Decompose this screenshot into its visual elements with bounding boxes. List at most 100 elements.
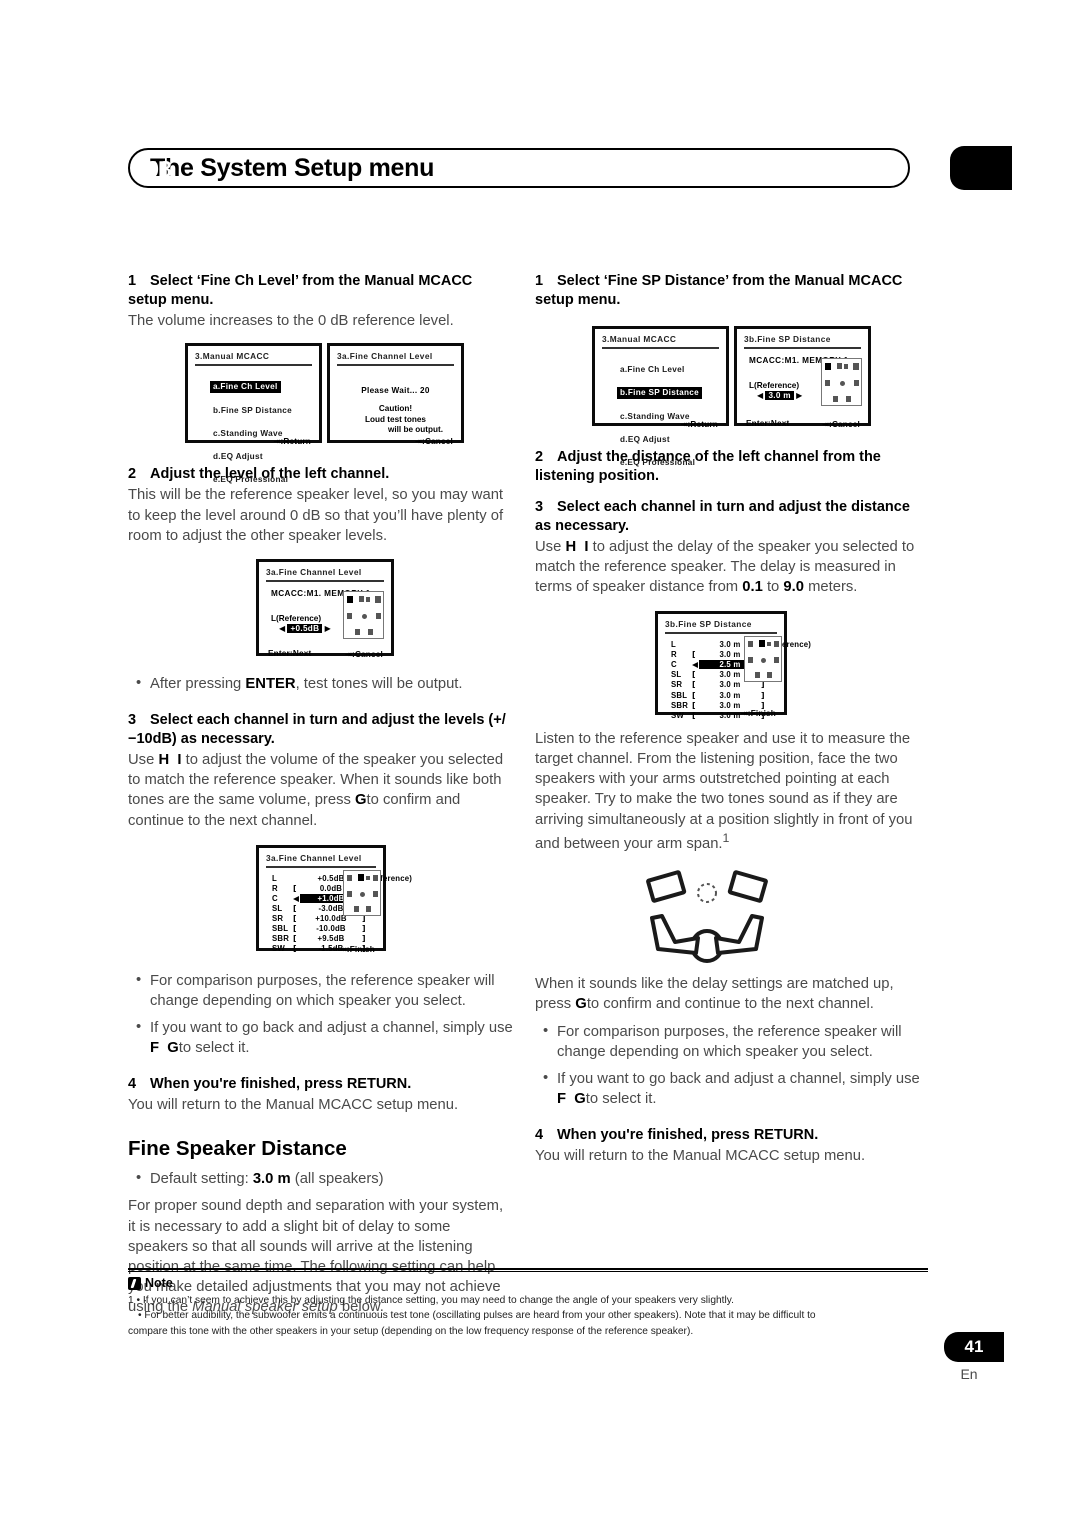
increment-arrow-icon[interactable]: ▶ bbox=[325, 624, 331, 633]
menu-item-fine-ch-level[interactable]: a.Fine Ch Level bbox=[210, 381, 281, 394]
lcd-cancel-hint: ⇥:Cancel bbox=[345, 649, 383, 659]
lcd-menu-list: a.Fine Ch Level b.Fine SP Distance c.Sta… bbox=[595, 349, 726, 472]
menu-item-fine-sp-distance[interactable]: b.Fine SP Distance bbox=[210, 405, 295, 417]
key-left-icon: H bbox=[158, 752, 170, 769]
left-step1-number: 1 bbox=[128, 273, 137, 289]
decrement-arrow-icon[interactable]: ◀ bbox=[757, 391, 763, 400]
lcd-title: 3b.Fine SP Distance bbox=[665, 619, 752, 630]
decrement-arrow-icon[interactable]: ◀ bbox=[279, 624, 285, 633]
lcd-title: 3b.Fine SP Distance bbox=[744, 334, 831, 345]
lcd-wait-block: Please Wait... 20 Caution! Loud test ton… bbox=[330, 366, 461, 434]
lcd-fine-channel-level-table: 3a.Fine Channel Level L +0.5dB (Referenc… bbox=[256, 844, 412, 954]
speaker-icon-sl bbox=[748, 657, 753, 664]
channel-name: SR bbox=[272, 913, 284, 923]
channel-name: SBR bbox=[671, 700, 689, 710]
channel-name: R bbox=[272, 883, 278, 893]
decrement-arrow-icon[interactable]: ◀ bbox=[692, 660, 698, 669]
speaker-icon-sbr bbox=[368, 628, 373, 635]
left-lcd-level: 3a.Fine Channel Level MCACC:M1. MEMORY 1… bbox=[128, 558, 513, 666]
channel-value: +9.5dB bbox=[317, 934, 345, 944]
page-header: The System Setup menu 08 bbox=[128, 146, 1012, 194]
channel-name: SL bbox=[671, 670, 682, 680]
menu-item-eq-professional[interactable]: e.EQ Professional bbox=[210, 474, 291, 486]
target-position-icon bbox=[697, 882, 717, 903]
decrement-arrow-icon[interactable]: ◀ bbox=[293, 894, 299, 903]
bracket-left: [ bbox=[692, 650, 696, 660]
return-icon: ⇥ bbox=[821, 419, 830, 430]
channel-name: L bbox=[272, 873, 277, 883]
footnote-marker: 1 bbox=[722, 830, 730, 845]
channel-name: L bbox=[671, 640, 676, 650]
speaker-layout-map bbox=[744, 636, 782, 683]
menu-item-fine-sp-distance[interactable]: b.Fine SP Distance bbox=[617, 387, 702, 400]
speaker-icon-sr bbox=[774, 657, 779, 664]
bracket-left: [ bbox=[293, 883, 297, 893]
left-step3-number: 3 bbox=[128, 711, 137, 728]
speaker-icon-right-illustration bbox=[727, 869, 768, 903]
speaker-icon-sbr bbox=[366, 905, 371, 912]
left-step1-body: The volume increases to the 0 dB referen… bbox=[128, 313, 454, 330]
lcd-cancel-hint: ⇥:Cancel bbox=[415, 436, 453, 446]
speaker-icon-sbr bbox=[767, 672, 772, 679]
increment-arrow-icon[interactable]: ▶ bbox=[796, 391, 802, 400]
speaker-icon-right bbox=[375, 595, 381, 603]
left-column: 1 Select ‘Fine Ch Level’ from the Manual … bbox=[128, 272, 513, 1317]
bracket-right: ] bbox=[362, 934, 366, 944]
left-step4-number: 4 bbox=[128, 1076, 137, 1093]
distance-value: 3.0 m bbox=[765, 391, 794, 401]
lcd-cancel-label: :Cancel bbox=[829, 420, 860, 430]
speaker-icon-sw bbox=[767, 642, 771, 647]
channel-name: SW bbox=[671, 710, 684, 720]
table-row[interactable]: SBL [ -10.0dB ] bbox=[259, 924, 383, 934]
note-line-3: compare this tone with the other speaker… bbox=[128, 1325, 694, 1337]
lcd-finish-label: :Finish bbox=[747, 709, 776, 719]
speaker-icon-sl bbox=[825, 380, 830, 387]
speaker-icon-sl bbox=[347, 612, 352, 619]
channel-name: SBL bbox=[272, 924, 289, 934]
lcd-manual-mcacc-left: 3.Manual MCACC a.Fine Ch Level b.Fine SP… bbox=[185, 343, 322, 484]
listener-left-arm-icon bbox=[650, 913, 700, 955]
left-step3-body-pre: Use bbox=[128, 752, 159, 769]
lcd-manual-mcacc-right: 3.Manual MCACC a.Fine Ch Level b.Fine SP… bbox=[592, 326, 729, 467]
note-section: Note 1 • If you can’t seem to achieve th… bbox=[128, 1268, 928, 1339]
note-divider-thin bbox=[128, 1271, 928, 1272]
key-next-icon: G bbox=[167, 1039, 179, 1056]
speaker-icon-sr bbox=[373, 890, 378, 897]
right-lcd-pair-1: 3.Manual MCACC a.Fine Ch Level b.Fine SP… bbox=[535, 326, 920, 467]
list-item: If you want to go back and adjust a chan… bbox=[128, 1017, 513, 1058]
speaker-icon-right bbox=[373, 874, 378, 881]
key-left-icon: H bbox=[565, 538, 577, 555]
lcd-finish-label: :Finish bbox=[346, 944, 375, 954]
menu-item-fine-ch-level[interactable]: a.Fine Ch Level bbox=[617, 364, 688, 376]
bracket-left: [ bbox=[293, 944, 297, 954]
listener-diagram-svg bbox=[646, 869, 768, 963]
right-step3-body: Use H I to adjust the delay of the speak… bbox=[535, 537, 920, 597]
lcd-title: 3a.Fine Channel Level bbox=[266, 566, 362, 577]
table-row[interactable]: SBL [ 3.0 m ] bbox=[658, 691, 784, 701]
speaker-icon-center bbox=[359, 595, 364, 602]
speaker-icon-left bbox=[347, 874, 352, 881]
bracket-left: [ bbox=[692, 680, 696, 690]
lcd-cancel-label: :Cancel bbox=[422, 437, 453, 447]
return-icon: ⇥ bbox=[344, 648, 353, 659]
speaker-icon-sw bbox=[366, 596, 370, 602]
menu-item-eq-adjust[interactable]: d.EQ Adjust bbox=[617, 434, 673, 446]
left-step2-body: This will be the reference speaker level… bbox=[128, 487, 504, 544]
caution-line1: Loud test tones bbox=[365, 415, 426, 425]
bullet-after-enter: After pressing ENTER, test tones will be… bbox=[128, 673, 513, 694]
bracket-left: [ bbox=[692, 670, 696, 680]
note-body: 1 • If you can’t seem to achieve this by… bbox=[128, 1293, 928, 1339]
lcd-enter-hint: Enter:Next bbox=[746, 419, 790, 429]
lcd-return-label: :Return bbox=[280, 437, 311, 447]
note-icon bbox=[128, 1276, 141, 1290]
right-step4-body: You will return to the Manual MCACC setu… bbox=[535, 1148, 866, 1165]
channel-name: SR bbox=[671, 680, 683, 690]
menu-item-eq-professional[interactable]: e.EQ Professional bbox=[617, 457, 698, 469]
menu-item-eq-adjust[interactable]: d.EQ Adjust bbox=[210, 451, 266, 463]
lcd-title: 3a.Fine Channel Level bbox=[266, 852, 362, 863]
channel-value: 3.0 m bbox=[719, 690, 741, 700]
listener-position-icon bbox=[840, 381, 845, 387]
channel-value: -10.0dB bbox=[316, 924, 346, 934]
caution-line2: will be output. bbox=[387, 425, 444, 435]
channel-name: SBL bbox=[671, 690, 688, 700]
